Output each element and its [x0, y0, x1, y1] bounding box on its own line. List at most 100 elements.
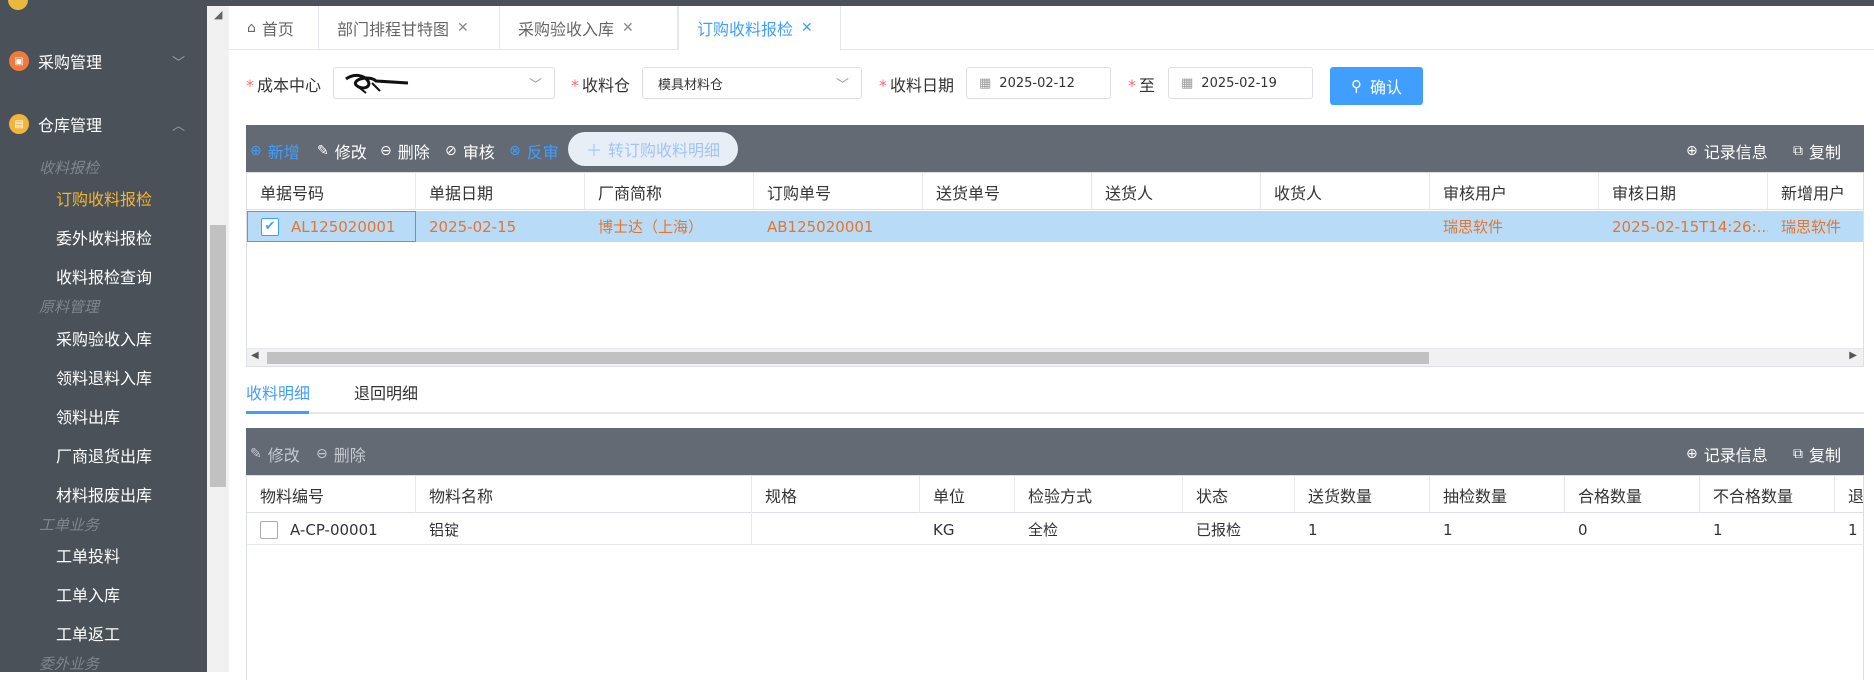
name-cell: 铝锭 [416, 514, 752, 545]
sidebar-item-outsource-receiving[interactable]: 委外收料报检 [56, 225, 152, 249]
sidebar-item-vendor-return[interactable]: 厂商退货出库 [56, 443, 152, 467]
method-cell: 全检 [1028, 521, 1059, 539]
tab-receiving-detail[interactable]: 收料明细 [246, 380, 310, 404]
edit-button[interactable]: ✎ 修改 [317, 139, 367, 163]
col-header[interactable]: 退 [1835, 476, 1863, 513]
tab-label: 部门排程甘特图 [337, 20, 450, 39]
code-cell[interactable]: A-CP-00001 [247, 514, 416, 545]
tab-purchase-inbound[interactable]: 采购验收入库 ✕ [500, 6, 678, 50]
cost-center-select[interactable]: ﹀ [333, 67, 555, 99]
sidebar-item-wo-feeding[interactable]: 工单投料 [56, 543, 120, 567]
col-header[interactable]: 送货人 [1092, 173, 1261, 210]
warehouse-select[interactable]: 模具材料仓 ﹀ [642, 67, 862, 99]
col-header[interactable]: 单据号码 [247, 173, 416, 210]
scroll-left-icon[interactable]: ◀ [251, 350, 259, 361]
sidebar-item-wo-rework[interactable]: 工单返工 [56, 621, 120, 645]
date-to-input[interactable]: ▦ 2025-02-19 [1168, 67, 1313, 99]
tab-home[interactable]: ⌂ 首页 [229, 6, 319, 50]
col-header[interactable]: 收货人 [1261, 173, 1430, 210]
sidebar-item-receiving-query[interactable]: 收料报检查询 [56, 264, 152, 288]
qualified-qty-cell: 0 [1578, 520, 1588, 539]
close-icon[interactable]: ✕ [622, 20, 634, 36]
sidebar-scrollbar-thumb[interactable] [210, 225, 226, 487]
delivery-no-cell [923, 211, 1092, 242]
row-checkbox[interactable] [260, 520, 278, 539]
col-header[interactable]: 抽检数量 [1430, 476, 1565, 513]
chevron-up-icon: ︿ [171, 118, 185, 134]
menu-section-receiving: 收料报检 [39, 159, 100, 177]
col-header[interactable]: 单位 [920, 476, 1015, 513]
add-button[interactable]: ⊕ 新增 [250, 139, 300, 163]
unqualified-qty-cell: 1 [1713, 520, 1723, 539]
col-header[interactable]: 检验方式 [1015, 476, 1183, 513]
detail-copy-button[interactable]: ⧉ 复制 [1793, 442, 1841, 466]
master-toolbar: ⊕ 新增 ✎ 修改 ⊖ 删除 ⊘ 审核 ⊗ 反审 ＋转订购收料明细 ⊕ 记录信息 ⧉ 复制 [246, 125, 1864, 172]
calendar-icon: ▦ [979, 75, 992, 91]
tab-order-receiving[interactable]: 订购收料报检 ✕ [678, 6, 841, 51]
tab-return-detail[interactable]: 退回明细 [354, 380, 418, 404]
scrollbar-thumb[interactable] [267, 352, 1429, 364]
sidebar-item-scrap-outbound[interactable]: 材料报废出库 [56, 482, 152, 506]
sidebar-item-material-outbound[interactable]: 领料出库 [56, 404, 120, 428]
close-icon[interactable]: ✕ [801, 20, 813, 36]
tab-label: 首页 [261, 20, 294, 39]
row-checkbox[interactable]: ✔ [261, 217, 279, 236]
master-hscrollbar[interactable]: ◀ ▶ [247, 348, 1863, 366]
col-header[interactable]: 新增用户 [1768, 173, 1863, 210]
col-header[interactable]: 厂商简称 [585, 173, 754, 210]
date-from-value: 2025-02-12 [999, 75, 1075, 91]
detail-edit-button[interactable]: ✎ 修改 [250, 442, 300, 466]
sidebar-item-wo-inbound[interactable]: 工单入库 [56, 582, 120, 606]
col-header[interactable]: 送货数量 [1295, 476, 1430, 513]
menu-group-purchase[interactable]: ▣ 采购管理 ﹀ [0, 41, 207, 81]
table-row[interactable]: A-CP-00001 铝锭 KG 全检 已报检 1 1 0 1 1 [247, 514, 1863, 545]
receive-date-label: * 收料日期 [879, 76, 955, 95]
zoom-icon: ⊕ [1686, 446, 1698, 462]
confirm-label: 确认 [1369, 78, 1402, 97]
menu-group-warehouse[interactable]: ▤ 仓库管理 ︿ [0, 104, 207, 144]
sidebar-item-order-receiving[interactable]: 订购收料报检 [56, 186, 152, 210]
convert-detail-button[interactable]: ＋转订购收料明细 [568, 132, 739, 166]
close-icon[interactable]: ✕ [457, 20, 469, 36]
creator-cell: 瑞思软件 [1781, 218, 1842, 236]
copy-button[interactable]: ⧉ 复制 [1793, 139, 1841, 163]
menu-group-label: 采购管理 [38, 53, 103, 72]
date-from-input[interactable]: ▦ 2025-02-12 [966, 67, 1111, 99]
tab-gantt[interactable]: 部门排程甘特图 ✕ [319, 6, 500, 50]
sampled-qty-cell: 1 [1443, 520, 1453, 539]
collapse-caret-icon[interactable]: ◢ [214, 8, 222, 21]
col-header[interactable]: 订购单号 [754, 173, 923, 210]
sub-tab-indicator [246, 411, 309, 414]
col-header[interactable]: 合格数量 [1565, 476, 1700, 513]
col-header[interactable]: 物料名称 [416, 476, 752, 513]
sidebar-item-purchase-inbound[interactable]: 采购验收入库 [56, 326, 152, 350]
menu-section-workorder: 工单业务 [39, 516, 100, 534]
col-header[interactable]: 审核日期 [1599, 173, 1768, 210]
col-header[interactable]: 单据日期 [416, 173, 585, 210]
col-header[interactable]: 状态 [1183, 476, 1295, 513]
master-grid: 单据号码 单据日期 厂商简称 订购单号 送货单号 送货人 收货人 审核用户 审核… [246, 172, 1864, 367]
edit-icon: ✎ [317, 143, 329, 159]
col-header[interactable]: 审核用户 [1430, 173, 1599, 210]
approve-button[interactable]: ⊘ 审核 [445, 139, 495, 163]
table-row[interactable]: ✔ AL125020001 2025-02-15 博士达（上海） AB12502… [247, 211, 1863, 242]
copy-icon: ⧉ [1793, 446, 1803, 462]
record-info-button[interactable]: ⊕ 记录信息 [1686, 139, 1768, 163]
detail-record-info-button[interactable]: ⊕ 记录信息 [1686, 442, 1768, 466]
doc-date-cell: 2025-02-15 [429, 217, 517, 236]
col-header[interactable]: 送货单号 [923, 173, 1092, 210]
top-menu-icon[interactable] [8, 0, 28, 10]
col-header[interactable]: 物料编号 [247, 476, 416, 513]
delete-button[interactable]: ⊖ 删除 [380, 139, 430, 163]
scroll-right-icon[interactable]: ▶ [1849, 350, 1857, 361]
detail-delete-button[interactable]: ⊖ 删除 [316, 442, 366, 466]
doc-no-cell[interactable]: ✔ AL125020001 [247, 211, 416, 242]
col-header[interactable]: 规格 [752, 476, 920, 513]
col-header[interactable]: 不合格数量 [1700, 476, 1835, 513]
confirm-button[interactable]: ⚲ 确认 [1330, 67, 1423, 105]
sidebar-item-return-inbound[interactable]: 领料退料入库 [56, 365, 152, 389]
menu-section-materials: 原料管理 [39, 298, 100, 316]
redaction-scribble [345, 73, 409, 94]
tab-bar: ⌂ 首页 部门排程甘特图 ✕ 采购验收入库 ✕ 订购收料报检 ✕ [229, 6, 1874, 51]
unapprove-button[interactable]: ⊗ 反审 [509, 139, 559, 163]
